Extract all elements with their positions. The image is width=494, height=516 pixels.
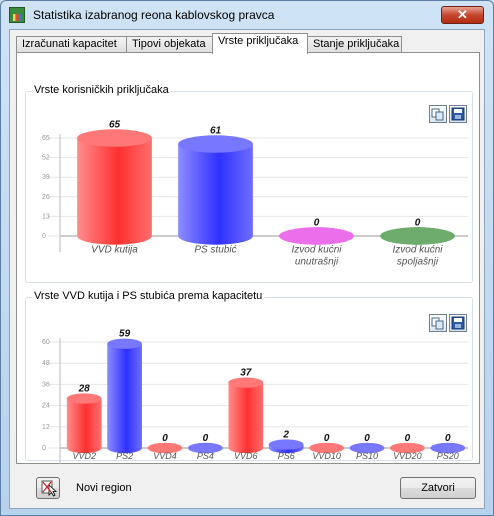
tab-vrste-prikljucaka[interactable]: Vrste priključaka <box>212 33 308 54</box>
box-capacity-chart: 0122436486028VVD259PS20VVD40PS437VVD62PS… <box>42 329 468 464</box>
value-label: 37 <box>240 368 252 379</box>
value-label: 0 <box>314 217 320 228</box>
y-tick-label: 48 <box>42 360 50 367</box>
connection-types-chart: 0 13 26 39 52 65 65 VVD kutija 61 PS stubić 0 Izvod… <box>42 119 468 268</box>
new-region-label: Novi region <box>76 482 132 494</box>
bar-top-VVD6 <box>228 377 264 388</box>
bar-PS2 <box>107 343 142 448</box>
value-label: 0 <box>405 433 411 444</box>
value-label: 0 <box>415 217 421 228</box>
y-tick-label: 0 <box>42 445 46 452</box>
category-label: VVD kutija <box>91 245 138 256</box>
bar-VVD kutija <box>77 138 152 236</box>
y-tick-label: 12 <box>42 424 50 431</box>
category-label: PS2 <box>116 451 133 461</box>
y-tick-label: 24 <box>42 403 50 410</box>
category-label: VVD20 <box>393 451 422 461</box>
tab-panel: Vrste korisničkih priključaka 0 13 26 39 52 6… <box>16 52 480 464</box>
category-label: PS4 <box>197 451 214 461</box>
y-tick-label: 52 <box>42 155 50 162</box>
window-title: Statistika izabranog reona kablovskog pr… <box>33 8 275 22</box>
value-label: 0 <box>162 433 168 444</box>
bar-top-PS stubić <box>178 135 253 153</box>
category-label: spoljašnji <box>397 257 439 268</box>
bar-top-PS6 <box>268 439 304 450</box>
tab-izracunati-kapacitet[interactable]: Izračunati kapacitet <box>16 36 127 53</box>
value-label: 28 <box>78 383 91 394</box>
value-label: 61 <box>210 125 222 136</box>
title-bar[interactable]: Statistika izabranog reona kablovskog pr… <box>1 1 493 28</box>
bar-top-PS2 <box>107 338 142 349</box>
category-label: unutrašnji <box>295 257 339 268</box>
y-tick-label: 60 <box>42 339 50 346</box>
dialog-body: Izračunati kapacitet Tipovi objekata Vrs… <box>9 29 485 509</box>
bar-top-VVD2 <box>66 393 102 404</box>
new-region-cursor-icon <box>41 480 58 497</box>
value-label: 59 <box>119 329 131 340</box>
value-label: 0 <box>203 433 209 444</box>
bar-VVD6 <box>228 382 264 448</box>
category-label: Izvod kućni <box>291 245 342 256</box>
close-button[interactable]: ✕ <box>441 6 484 24</box>
y-tick-label: 36 <box>42 381 50 388</box>
category-label: VVD10 <box>312 451 341 461</box>
y-tick-label: 0 <box>42 233 46 240</box>
new-region-button[interactable] <box>36 477 60 499</box>
category-label: PS10 <box>356 451 378 461</box>
bar-base-VVD kutija <box>77 227 152 245</box>
bar-top-Izvod kućni unutrašnji <box>279 227 354 245</box>
bar-top-VVD kutija <box>77 129 152 147</box>
y-tick-label: 13 <box>42 213 50 220</box>
category-label: VVD4 <box>153 451 177 461</box>
box-capacity-group: Vrste VVD kutija i PS stubića prema kapa… <box>25 290 473 464</box>
tab-stanje-prikljucaka[interactable]: Stanje priključaka <box>307 36 402 53</box>
category-label: Izvod kućni <box>392 245 443 256</box>
close-dialog-button[interactable]: Zatvori <box>400 477 476 499</box>
bar-PS stubić <box>178 144 253 236</box>
category-label: PS20 <box>437 451 459 461</box>
user-connection-types-group: Vrste korisničkih priključaka 0 13 26 39 52 6… <box>25 84 473 283</box>
bar-base-PS stubić <box>178 227 253 245</box>
category-label: PS stubić <box>194 245 236 256</box>
value-label: 65 <box>109 119 121 130</box>
y-tick-label: 65 <box>42 135 50 142</box>
app-chart-icon <box>9 7 25 23</box>
value-label: 0 <box>364 433 370 444</box>
value-label: 0 <box>445 433 451 444</box>
bar-top-Izvod kućni spoljašnji <box>380 227 455 245</box>
bar-VVD2 <box>66 398 102 448</box>
category-label: VVD6 <box>234 451 258 461</box>
category-label: PS6 <box>278 451 295 461</box>
tab-tipovi-objekata[interactable]: Tipovi objekata <box>126 36 213 53</box>
category-label: VVD2 <box>72 451 96 461</box>
y-tick-label: 26 <box>42 194 50 201</box>
value-label: 2 <box>282 429 289 440</box>
value-label: 0 <box>324 433 330 444</box>
dialog-window: Statistika izabranog reona kablovskog pr… <box>0 0 494 516</box>
y-tick-label: 39 <box>42 174 50 181</box>
